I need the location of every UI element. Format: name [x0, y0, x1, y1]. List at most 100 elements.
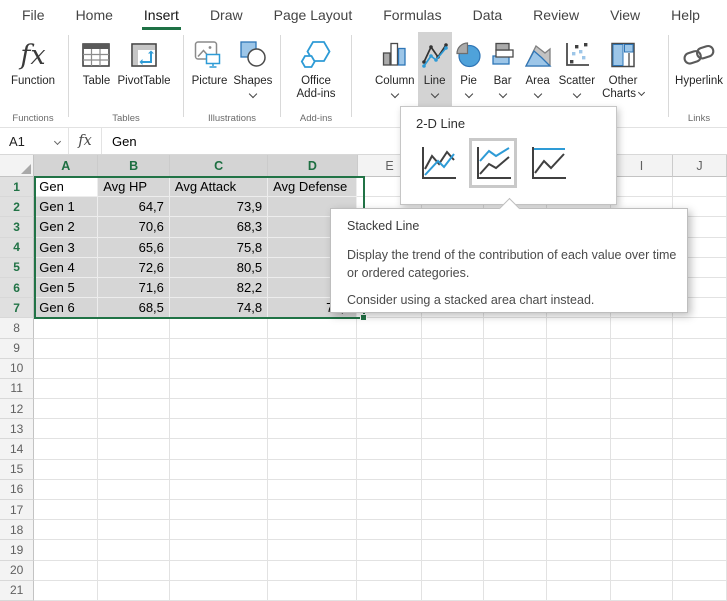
fill-handle[interactable]: [360, 314, 367, 321]
cell-F18[interactable]: [422, 520, 484, 540]
cell-D20[interactable]: [268, 561, 357, 581]
cell-C20[interactable]: [170, 561, 268, 581]
cell-G8[interactable]: [484, 318, 547, 338]
bar-chart-button[interactable]: Bar: [486, 32, 520, 100]
cell-J15[interactable]: [673, 460, 727, 480]
cell-E13[interactable]: [357, 419, 422, 439]
area-chart-button[interactable]: Area: [520, 32, 556, 100]
cell-H19[interactable]: [547, 540, 611, 560]
select-all-corner[interactable]: [0, 155, 34, 177]
cell-A2[interactable]: Gen 1: [34, 197, 98, 217]
cell-C7[interactable]: 74,8: [170, 298, 268, 318]
cell-F20[interactable]: [422, 561, 484, 581]
cell-I11[interactable]: [611, 379, 673, 399]
cell-C2[interactable]: 73,9: [170, 197, 268, 217]
cell-B8[interactable]: [98, 318, 170, 338]
cell-G16[interactable]: [484, 480, 547, 500]
pivottable-button[interactable]: PivotTable: [114, 32, 173, 88]
row-header-9[interactable]: 9: [0, 339, 34, 359]
cell-F8[interactable]: [422, 318, 484, 338]
cell-B2[interactable]: 64,7: [98, 197, 170, 217]
cell-A13[interactable]: [34, 419, 98, 439]
cell-J19[interactable]: [673, 540, 727, 560]
column-header-J[interactable]: J: [673, 155, 727, 177]
cell-I21[interactable]: [611, 581, 673, 601]
cell-C13[interactable]: [170, 419, 268, 439]
cell-E11[interactable]: [357, 379, 422, 399]
cell-C8[interactable]: [170, 318, 268, 338]
cell-B9[interactable]: [98, 339, 170, 359]
row-header-10[interactable]: 10: [0, 359, 34, 379]
column-header-B[interactable]: B: [98, 155, 170, 177]
cell-B16[interactable]: [98, 480, 170, 500]
cell-E12[interactable]: [357, 399, 422, 419]
cell-C9[interactable]: [170, 339, 268, 359]
cell-G13[interactable]: [484, 419, 547, 439]
cell-I20[interactable]: [611, 561, 673, 581]
cell-B17[interactable]: [98, 500, 170, 520]
cell-H16[interactable]: [547, 480, 611, 500]
cell-E8[interactable]: [357, 318, 422, 338]
cell-J1[interactable]: [673, 177, 727, 197]
cell-F10[interactable]: [422, 359, 484, 379]
other-charts-button[interactable]: Other Charts: [598, 32, 648, 101]
cell-A6[interactable]: Gen 5: [34, 278, 98, 298]
cell-A12[interactable]: [34, 399, 98, 419]
cell-A3[interactable]: Gen 2: [34, 217, 98, 237]
cell-I9[interactable]: [611, 339, 673, 359]
cell-A21[interactable]: [34, 581, 98, 601]
cell-A18[interactable]: [34, 520, 98, 540]
cell-A8[interactable]: [34, 318, 98, 338]
cell-B1[interactable]: Avg HP: [98, 177, 170, 197]
table-button[interactable]: Table: [78, 32, 114, 88]
cell-B20[interactable]: [98, 561, 170, 581]
cell-A9[interactable]: [34, 339, 98, 359]
office-addins-button[interactable]: Office Add-ins: [291, 32, 341, 101]
cell-I14[interactable]: [611, 439, 673, 459]
tab-view[interactable]: View: [608, 0, 642, 30]
cell-B19[interactable]: [98, 540, 170, 560]
cell-F15[interactable]: [422, 460, 484, 480]
cell-H10[interactable]: [547, 359, 611, 379]
cell-G17[interactable]: [484, 500, 547, 520]
row-header-21[interactable]: 21: [0, 581, 34, 601]
cell-I17[interactable]: [611, 500, 673, 520]
cell-H9[interactable]: [547, 339, 611, 359]
tab-draw[interactable]: Draw: [208, 0, 245, 30]
column-header-A[interactable]: A: [34, 155, 98, 177]
cell-C1[interactable]: Avg Attack: [170, 177, 268, 197]
cell-J20[interactable]: [673, 561, 727, 581]
cell-I8[interactable]: [611, 318, 673, 338]
row-header-12[interactable]: 12: [0, 399, 34, 419]
cell-A14[interactable]: [34, 439, 98, 459]
cell-J10[interactable]: [673, 359, 727, 379]
column-chart-button[interactable]: Column: [372, 32, 418, 100]
row-header-19[interactable]: 19: [0, 540, 34, 560]
cell-F16[interactable]: [422, 480, 484, 500]
cell-C12[interactable]: [170, 399, 268, 419]
row-header-18[interactable]: 18: [0, 520, 34, 540]
row-header-14[interactable]: 14: [0, 439, 34, 459]
cell-A20[interactable]: [34, 561, 98, 581]
row-header-17[interactable]: 17: [0, 500, 34, 520]
tab-page-layout[interactable]: Page Layout: [272, 0, 355, 30]
cell-A16[interactable]: [34, 480, 98, 500]
cell-E9[interactable]: [357, 339, 422, 359]
cell-I16[interactable]: [611, 480, 673, 500]
cell-D16[interactable]: [268, 480, 357, 500]
cell-I15[interactable]: [611, 460, 673, 480]
cell-G10[interactable]: [484, 359, 547, 379]
cell-C15[interactable]: [170, 460, 268, 480]
cell-G14[interactable]: [484, 439, 547, 459]
cell-F17[interactable]: [422, 500, 484, 520]
cell-D13[interactable]: [268, 419, 357, 439]
tab-data[interactable]: Data: [471, 0, 505, 30]
cell-B11[interactable]: [98, 379, 170, 399]
cell-G12[interactable]: [484, 399, 547, 419]
row-header-7[interactable]: 7: [0, 298, 34, 318]
cell-H13[interactable]: [547, 419, 611, 439]
cell-C10[interactable]: [170, 359, 268, 379]
cell-C4[interactable]: 75,8: [170, 238, 268, 258]
cell-I10[interactable]: [611, 359, 673, 379]
line-chart-button[interactable]: Line: [418, 32, 452, 108]
